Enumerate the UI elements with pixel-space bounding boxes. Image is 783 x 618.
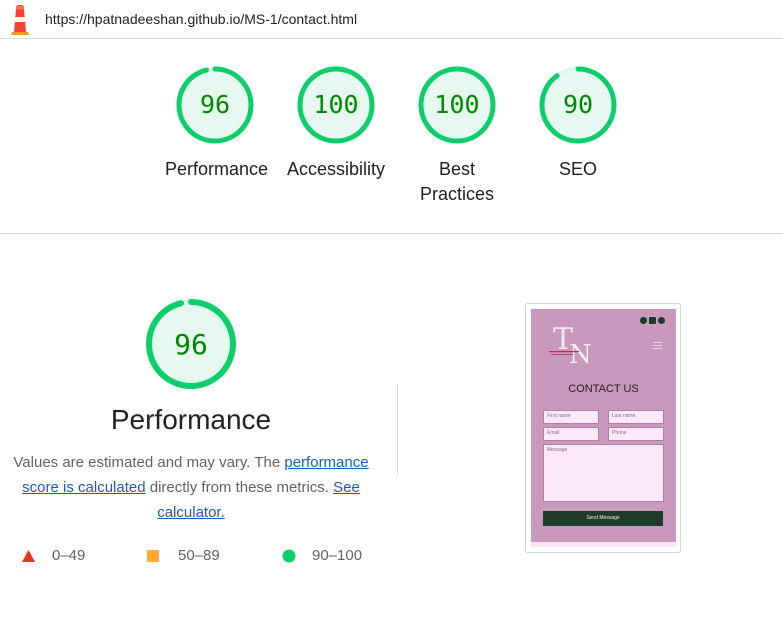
- desc-prefix: Values are estimated and may vary. The: [13, 454, 285, 471]
- performance-detail-score: 96: [174, 328, 208, 361]
- legend-average-range: 50–89: [178, 547, 220, 564]
- score-gauge-best-practices[interactable]: 100: [417, 65, 497, 145]
- report-header: https://hpatnadeeshan.github.io/MS-1/con…: [0, 0, 783, 39]
- screenshot-page: T N CONTACT US First name Last name Emai…: [531, 309, 676, 547]
- svg-text:N: N: [569, 340, 592, 365]
- pass-circle-icon: [282, 549, 296, 563]
- performance-detail-title: Performance: [110, 404, 272, 435]
- average-square-icon: [147, 550, 159, 562]
- legend-pass-range: 90–100: [312, 547, 363, 564]
- score-gauge-accessibility[interactable]: 100: [296, 65, 376, 145]
- performance-description: Values are estimated and may vary. The p…: [8, 450, 374, 525]
- lighthouse-logo-icon: [11, 5, 29, 35]
- menu-icon: [653, 342, 662, 351]
- report-url[interactable]: https://hpatnadeeshan.github.io/MS-1/con…: [45, 11, 357, 27]
- page-footer-strip: [531, 542, 676, 547]
- last-name-field: Last name: [608, 410, 664, 424]
- google-icon: [640, 317, 647, 324]
- contact-heading: CONTACT US: [568, 383, 639, 395]
- facebook-icon: [658, 317, 665, 324]
- site-logo-icon: T N: [549, 322, 592, 365]
- phone-field: Phone: [608, 427, 664, 441]
- gauge-score: 100: [313, 90, 359, 119]
- gauge-label: Accessibility: [286, 159, 386, 179]
- fail-triangle-icon: [22, 550, 35, 562]
- linkedin-icon: [649, 317, 656, 324]
- send-message-button: Send Message: [543, 511, 663, 526]
- gauge-label: Performance: [165, 159, 269, 179]
- gauge-score: 96: [199, 90, 231, 119]
- desc-middle: directly from these metrics.: [145, 479, 334, 496]
- legend-fail-range: 0–49: [52, 547, 86, 564]
- gauge-score: 100: [434, 90, 480, 119]
- score-gauge-performance[interactable]: 96: [175, 65, 255, 145]
- gauge-score: 90: [562, 90, 594, 119]
- gauge-label: SEO: [558, 159, 597, 179]
- message-field: Message: [543, 444, 664, 502]
- section-divider: [0, 233, 783, 234]
- score-gauge-seo[interactable]: 90: [538, 65, 618, 145]
- final-screenshot[interactable]: T N CONTACT US First name Last name Emai…: [525, 303, 681, 553]
- performance-detail-gauge: 96: [145, 298, 237, 390]
- first-name-field: First name: [543, 410, 599, 424]
- vertical-divider: [397, 384, 398, 474]
- gauge-label: Best Practices: [419, 159, 495, 204]
- email-field: Email: [543, 427, 599, 441]
